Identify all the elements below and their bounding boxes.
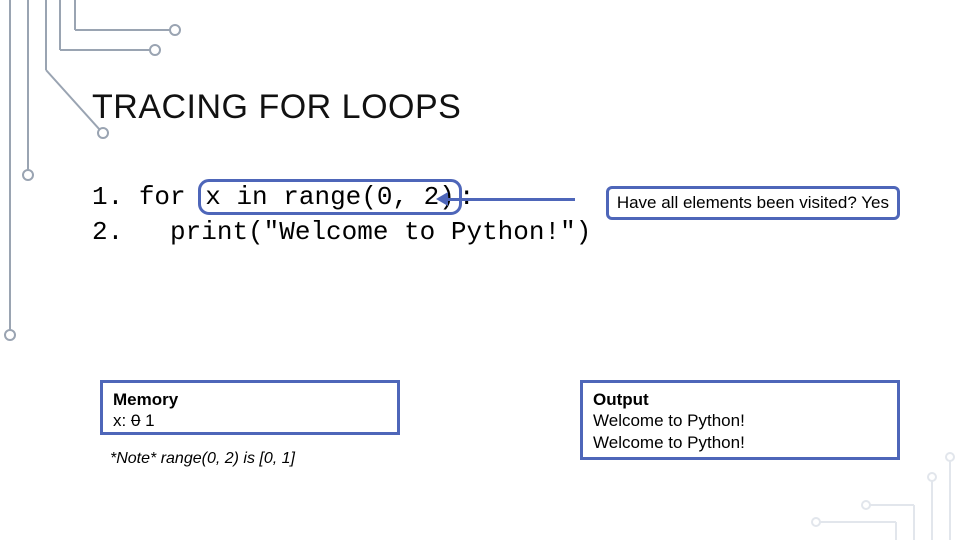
- line-number-1: 1.: [92, 182, 123, 212]
- circuit-decoration-bottom: [800, 450, 960, 540]
- memory-current-value: 1: [145, 411, 154, 430]
- callout-arrow-line: [440, 198, 575, 201]
- output-line-1: Welcome to Python!: [593, 410, 887, 431]
- for-keyword: for: [139, 182, 186, 212]
- circuit-decoration-top: [0, 0, 190, 350]
- output-box: Output Welcome to Python! Welcome to Pyt…: [580, 380, 900, 460]
- callout-arrow-head: [436, 192, 448, 206]
- loop-header-highlight: x in range(0, 2): [201, 182, 459, 212]
- code-line-2: 2. print("Welcome to Python!"): [92, 215, 591, 250]
- memory-var-label: x:: [113, 411, 126, 430]
- memory-struck-value: 0: [131, 411, 140, 430]
- code-block: 1. for x in range(0, 2): 2. print("Welco…: [92, 180, 591, 250]
- page-title: TRACING FOR LOOPS: [92, 88, 461, 127]
- footnote: *Note* range(0, 2) is [0, 1]: [110, 450, 295, 468]
- memory-heading: Memory: [113, 390, 178, 409]
- callout-box: Have all elements been visited? Yes: [606, 186, 900, 220]
- colon: :: [459, 182, 475, 212]
- output-heading: Output: [593, 390, 649, 409]
- memory-box: Memory x: 0 1: [100, 380, 400, 435]
- slide: TRACING FOR LOOPS 1. for x in range(0, 2…: [0, 0, 960, 540]
- loop-body: print("Welcome to Python!"): [139, 217, 591, 247]
- line-number-2: 2.: [92, 217, 123, 247]
